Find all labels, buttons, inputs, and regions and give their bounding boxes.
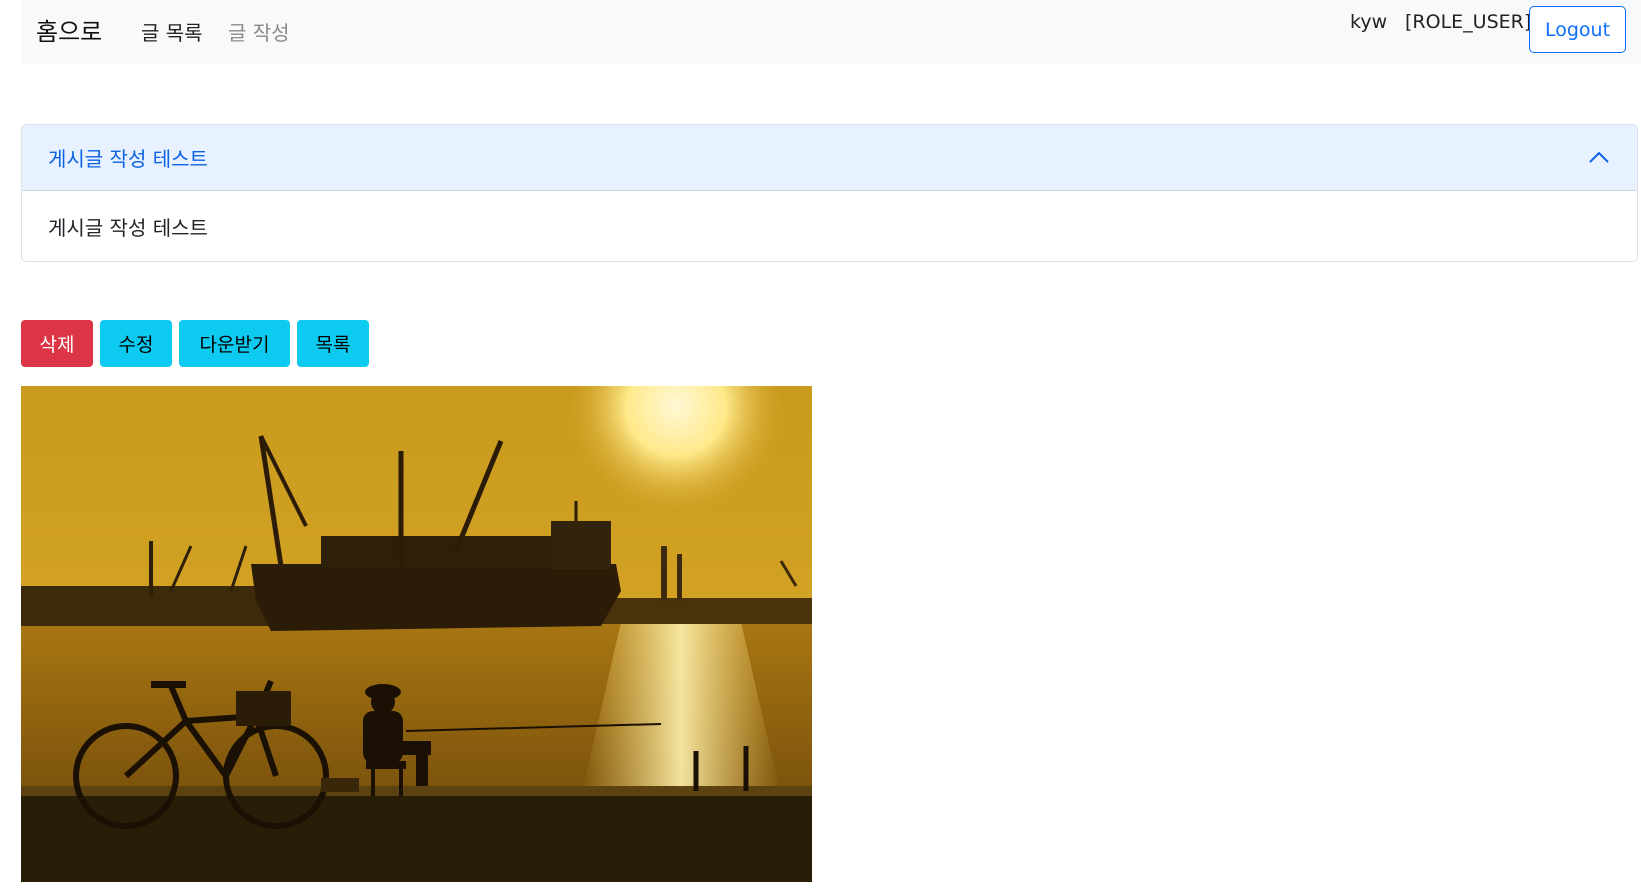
edit-button[interactable]: 수정: [100, 320, 172, 367]
list-button[interactable]: 목록: [297, 320, 369, 367]
accordion-header[interactable]: 게시글 작성 테스트: [22, 125, 1637, 191]
user-name: kyw: [1350, 11, 1388, 33]
download-button[interactable]: 다운받기: [179, 320, 290, 367]
home-link[interactable]: 홈으로: [36, 12, 102, 47]
post-image: [21, 386, 812, 882]
delete-button[interactable]: 삭제: [21, 320, 93, 367]
post-accordion: 게시글 작성 테스트 게시글 작성 테스트: [21, 124, 1638, 262]
chevron-up-icon: [1589, 151, 1609, 163]
user-role: [ROLE_USER]: [1405, 11, 1532, 33]
logout-button[interactable]: Logout: [1529, 6, 1626, 53]
top-navbar: 홈으로 글 목록 글 작성 kyw [ROLE_USER] Logout: [21, 0, 1641, 64]
post-body: 게시글 작성 테스트: [48, 215, 208, 240]
nav-link-write-post[interactable]: 글 작성: [228, 17, 290, 46]
accordion-body: 게시글 작성 테스트: [22, 191, 1637, 261]
post-title: 게시글 작성 테스트: [48, 147, 208, 171]
nav-link-post-list[interactable]: 글 목록: [141, 17, 203, 46]
harbor-sunset-photo: [21, 386, 812, 882]
